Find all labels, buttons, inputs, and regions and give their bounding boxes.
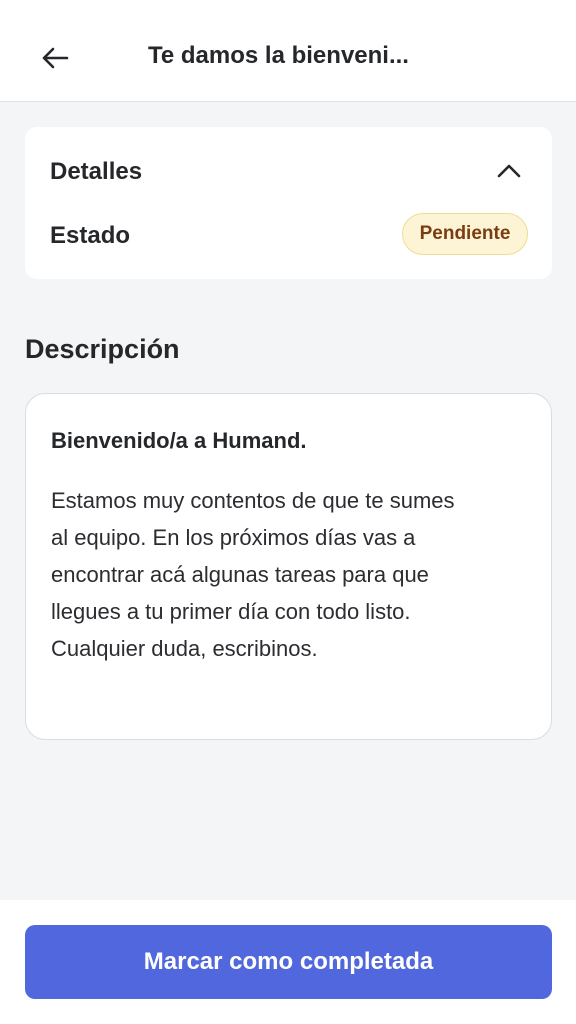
task-detail-screen: Te damos la bienveni... Detalles Estado … bbox=[0, 0, 576, 1024]
back-button[interactable] bbox=[30, 36, 80, 80]
details-toggle-button[interactable] bbox=[491, 153, 527, 189]
description-card: Bienvenido/a a Humand. Estamos muy conte… bbox=[25, 393, 552, 740]
description-heading: Descripción bbox=[25, 334, 180, 364]
chevron-up-icon bbox=[497, 164, 521, 178]
description-line: llegues a tu primer día con todo listo. bbox=[51, 599, 411, 624]
description-line: Cualquier duda, escribinos. bbox=[51, 636, 318, 661]
description-body: Estamos muy contentos de que te sumes al… bbox=[51, 482, 541, 667]
description-title: Bienvenido/a a Humand. bbox=[51, 428, 307, 453]
description-line: encontrar acá algunas tareas para que bbox=[51, 562, 429, 587]
mark-complete-button[interactable]: Marcar como completada bbox=[25, 925, 552, 999]
description-line: Estamos muy contentos de que te sumes bbox=[51, 488, 455, 513]
description-line: al equipo. En los próximos días vas a bbox=[51, 525, 416, 550]
status-badge: Pendiente bbox=[402, 213, 528, 255]
bottom-action-bar: Marcar como completada bbox=[0, 900, 576, 1024]
details-card: Detalles Estado Pendiente bbox=[25, 127, 552, 279]
top-app-bar: Te damos la bienveni... bbox=[0, 0, 576, 102]
page-title: Te damos la bienveni... bbox=[148, 42, 409, 69]
arrow-left-icon bbox=[42, 47, 69, 69]
status-label: Estado bbox=[50, 222, 131, 249]
details-title: Detalles bbox=[50, 158, 143, 185]
